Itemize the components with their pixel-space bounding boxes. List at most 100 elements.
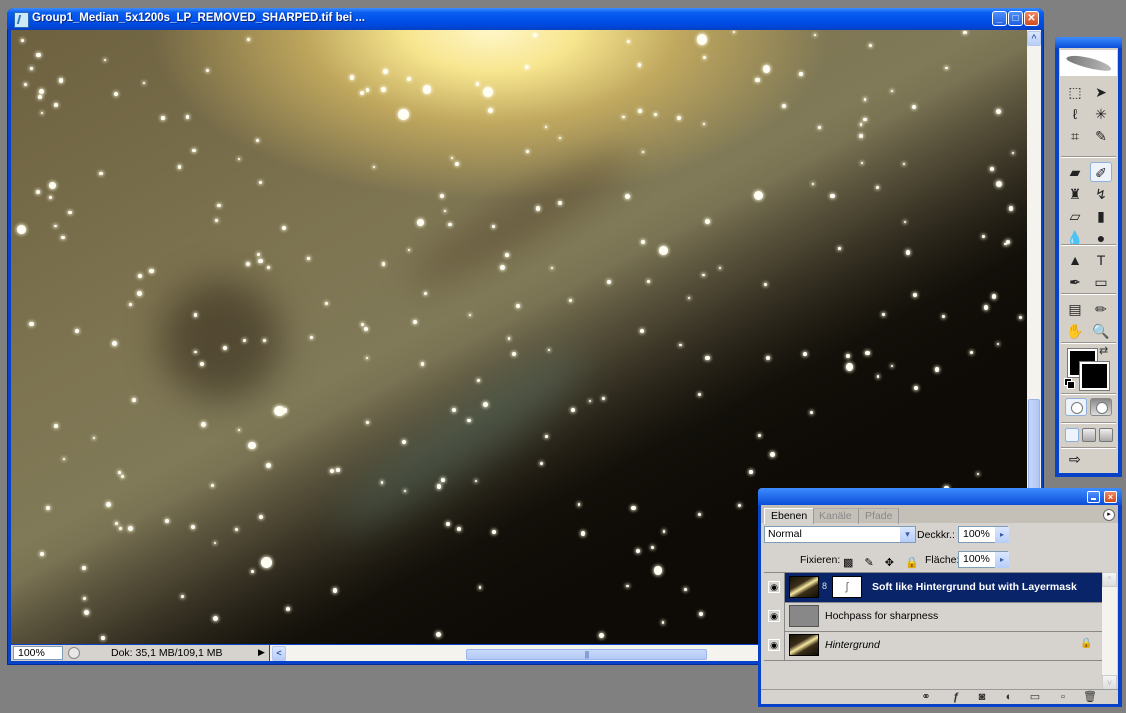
quick-mask-button[interactable]	[1090, 398, 1112, 416]
jump-to-imageready-button[interactable]: ⇨	[1069, 451, 1109, 471]
layer-row[interactable]: ◉ 8 ʃ Soft like Hintergrund but with Lay…	[764, 573, 1102, 603]
star	[406, 76, 412, 81]
move-tool[interactable]: ➤	[1090, 82, 1112, 102]
star	[68, 210, 72, 214]
gradient-tool[interactable]: ▮	[1090, 206, 1112, 226]
history-brush-tool[interactable]: ↯	[1090, 184, 1112, 204]
star	[38, 94, 43, 99]
slice-icon: ✎	[1095, 128, 1107, 144]
marquee-tool[interactable]: ⬚	[1064, 82, 1086, 102]
palette-close-button[interactable]: ×	[1104, 491, 1117, 503]
toolbox-title-bar[interactable]	[1055, 37, 1122, 48]
delete-layer-icon[interactable]: 🗑	[1083, 691, 1097, 704]
healing-brush-tool[interactable]: ▰	[1064, 162, 1086, 182]
star	[28, 321, 34, 327]
star	[818, 126, 821, 129]
eyedropper-tool[interactable]: ✏	[1090, 299, 1112, 319]
palette-minimize-button[interactable]	[1087, 491, 1100, 503]
full-screen-menu-mode-button[interactable]	[1082, 428, 1096, 442]
visibility-toggle[interactable]: ◉	[764, 602, 785, 631]
type-tool[interactable]: T	[1090, 250, 1112, 270]
hand-tool[interactable]: ✋	[1064, 321, 1086, 341]
toolbox-divider	[1061, 447, 1116, 449]
star	[650, 546, 654, 550]
add-mask-icon[interactable]: ◙	[975, 691, 989, 704]
scroll-left-button[interactable]: <	[272, 646, 286, 661]
fill-slider-arrow[interactable]: ▸	[995, 552, 1009, 568]
star	[478, 586, 481, 589]
star	[698, 512, 702, 516]
layers-vertical-scrollbar[interactable]: ^ v	[1102, 572, 1117, 690]
zoom-tool[interactable]: 🔍	[1090, 321, 1112, 341]
star	[53, 424, 58, 428]
status-menu-arrow[interactable]: ▶	[258, 647, 265, 658]
horizontal-scroll-thumb[interactable]: ||||	[466, 649, 707, 660]
layer-style-icon[interactable]: ƒ	[949, 691, 963, 704]
full-screen-mode-button[interactable]	[1099, 428, 1113, 442]
star	[602, 396, 606, 401]
layers-palette-body: Ebenen Kanäle Pfade ▸ Normal ▾ Deckkr.: …	[761, 505, 1118, 704]
document-title-bar[interactable]: Group1_Median_5x1200s_LP_REMOVED_SHARPED…	[7, 8, 1044, 30]
star	[398, 108, 410, 120]
new-group-icon[interactable]: ▭	[1028, 691, 1042, 704]
star	[40, 111, 44, 114]
maximize-button[interactable]: □	[1008, 11, 1023, 26]
lock-options-icons[interactable]: ▩ ✎ ✥ 🔒	[843, 556, 923, 569]
tab-kanaele[interactable]: Kanäle	[813, 508, 859, 524]
zoom-level-field[interactable]: 100%	[13, 646, 63, 660]
status-info-icon[interactable]	[68, 647, 80, 659]
close-button[interactable]: ✕	[1024, 11, 1039, 26]
palette-menu-button[interactable]: ▸	[1103, 509, 1115, 521]
scroll-up-button[interactable]: ^	[1027, 31, 1041, 46]
standard-screen-mode-button[interactable]	[1065, 428, 1079, 442]
layer-row[interactable]: ◉ Hintergrund 🔒	[764, 631, 1102, 661]
path-selection-tool[interactable]: ▲	[1064, 250, 1086, 270]
star	[659, 246, 668, 255]
magic-wand-tool[interactable]: ✳	[1090, 104, 1112, 124]
lasso-tool[interactable]: ℓ	[1064, 104, 1086, 124]
new-layer-icon[interactable]: ▫	[1056, 691, 1070, 704]
history-brush-icon: ↯	[1095, 186, 1107, 202]
star	[477, 378, 481, 382]
swap-colors-icon[interactable]: ⇄	[1099, 344, 1108, 357]
layers-palette-title-bar[interactable]: ×	[758, 488, 1122, 505]
star	[127, 526, 133, 532]
layer-mask-thumbnail[interactable]: ʃ	[832, 576, 862, 598]
notes-tool[interactable]: ▤	[1064, 299, 1086, 319]
crop-tool[interactable]: ⌗	[1064, 126, 1086, 146]
chevron-up-icon[interactable]: ^	[1102, 572, 1117, 587]
star	[757, 433, 761, 437]
eraser-tool[interactable]: ▱	[1064, 206, 1086, 226]
star	[646, 280, 650, 284]
chevron-down-icon[interactable]: ▾	[900, 527, 915, 542]
brush-tool[interactable]: ✐	[1090, 162, 1112, 182]
adobe-feather-logo[interactable]	[1060, 50, 1117, 76]
star	[970, 350, 974, 354]
star	[580, 531, 586, 537]
blend-mode-select[interactable]: Normal ▾	[764, 526, 916, 543]
star	[830, 193, 835, 199]
visibility-toggle[interactable]: ◉	[764, 573, 785, 602]
link-layers-icon[interactable]: ⚭	[919, 691, 933, 704]
visibility-toggle[interactable]: ◉	[764, 631, 785, 660]
shape-tool[interactable]: ▭	[1090, 272, 1112, 292]
adjustment-layer-icon[interactable]: ◐	[1002, 691, 1016, 704]
clone-stamp-tool[interactable]: ♜	[1064, 184, 1086, 204]
star	[49, 181, 57, 190]
layer-row[interactable]: ◉ Hochpass for sharpness	[764, 602, 1102, 632]
pen-tool[interactable]: ✒	[1064, 272, 1086, 292]
chevron-down-icon[interactable]: v	[1102, 675, 1117, 690]
default-colors-icon[interactable]	[1064, 378, 1075, 389]
opacity-slider-arrow[interactable]: ▸	[995, 527, 1009, 543]
minimize-button[interactable]: _	[992, 11, 1007, 26]
background-color-swatch[interactable]	[1079, 361, 1110, 391]
star	[120, 474, 124, 478]
slice-tool[interactable]: ✎	[1090, 126, 1112, 146]
tab-ebenen[interactable]: Ebenen	[764, 508, 815, 524]
star	[286, 607, 291, 612]
standard-mode-button[interactable]	[1065, 398, 1087, 416]
vertical-scroll-thumb[interactable]	[1028, 399, 1040, 489]
mask-link-icon[interactable]: 8	[822, 581, 827, 591]
star	[381, 262, 386, 266]
tab-pfade[interactable]: Pfade	[859, 508, 900, 524]
